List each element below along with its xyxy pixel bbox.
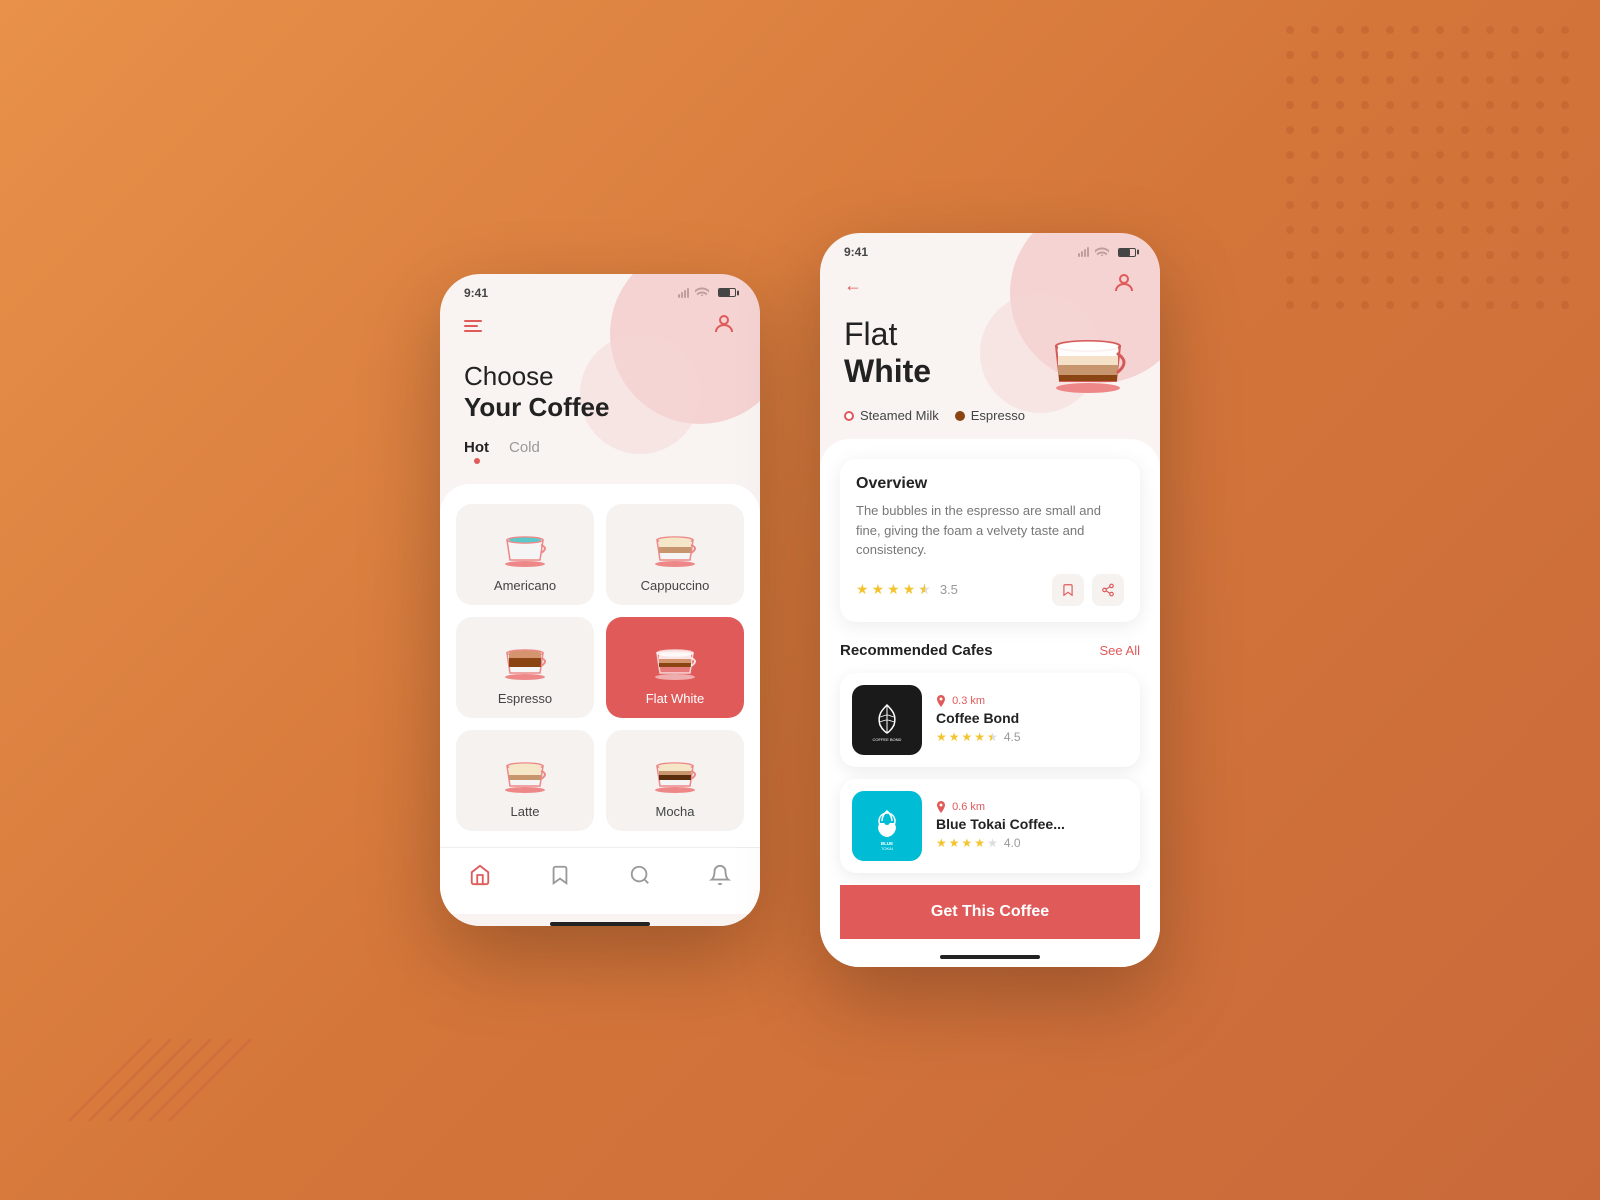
coffee-tabs: Hot Cold — [440, 431, 760, 484]
coffee-card-cappuccino[interactable]: Cappuccino — [606, 504, 744, 605]
phone2-hero: Flat White — [820, 304, 1160, 396]
ingredients-list: Steamed Milk Espresso — [820, 396, 1160, 439]
cup-espresso — [495, 633, 555, 683]
get-coffee-button[interactable]: Get This Coffee — [840, 885, 1140, 939]
coffee-name-espresso: Espresso — [498, 691, 552, 706]
nav-search[interactable] — [619, 860, 661, 890]
cafe-name-2: Blue Tokai Coffee... — [936, 816, 1128, 832]
overview-card: Overview The bubbles in the espresso are… — [840, 459, 1140, 622]
cafe-info-blue-tokai: 0.6 km Blue Tokai Coffee... ★ ★ ★ ★ ★ 4.… — [936, 801, 1128, 850]
phones-container: 9:41 — [440, 233, 1160, 967]
phone2-topbar: ← — [820, 263, 1160, 304]
hero-cup — [1046, 316, 1136, 396]
rating-row: ★ ★ ★ ★ ★★ 3.5 — [856, 574, 1124, 606]
overview-title: Overview — [856, 475, 1124, 493]
cup-mocha — [645, 746, 705, 796]
overview-text: The bubbles in the espresso are small an… — [856, 501, 1124, 560]
cafe-stars-1: ★ ★ ★ ★ ★★ 4.5 — [936, 730, 1128, 744]
nav-bell[interactable] — [699, 860, 741, 890]
cafe-card-coffee-bond[interactable]: COFFEE BOND 0.3 km Coffee Bond ★ ★ ★ — [840, 673, 1140, 767]
cafe-info-coffee-bond: 0.3 km Coffee Bond ★ ★ ★ ★ ★★ 4.5 — [936, 695, 1128, 744]
coffee-card-latte[interactable]: Latte — [456, 730, 594, 831]
svg-text:COFFEE BOND: COFFEE BOND — [873, 737, 902, 742]
cup-latte — [495, 746, 555, 796]
phone1-topbar — [440, 304, 760, 345]
coffee-card-espresso[interactable]: Espresso — [456, 617, 594, 718]
recommended-header: Recommended Cafes See All — [840, 642, 1140, 659]
share-action[interactable] — [1092, 574, 1124, 606]
cafe-distance-2: 0.6 km — [936, 801, 1128, 813]
action-icons — [1052, 574, 1124, 606]
back-button[interactable]: ← — [844, 275, 862, 296]
ingredient-milk: Steamed Milk — [844, 408, 939, 423]
cafe-name-1: Coffee Bond — [936, 710, 1128, 726]
battery-icon-2 — [1118, 248, 1136, 257]
bottom-nav — [440, 847, 760, 914]
bookmark-action[interactable] — [1052, 574, 1084, 606]
ingredient-espresso: Espresso — [955, 408, 1025, 423]
dot-grid-decoration — [1280, 20, 1580, 320]
coffee-detail-title: Flat White — [844, 316, 931, 390]
phone1-title: Choose Your Coffee — [440, 345, 760, 431]
dot-milk — [844, 411, 854, 421]
coffee-name-mocha: Mocha — [655, 804, 694, 819]
cafe-distance-1: 0.3 km — [936, 695, 1128, 707]
coffee-title-line1: Flat — [844, 316, 931, 353]
title-line2: Your Coffee — [464, 392, 736, 423]
star-1: ★ — [856, 581, 869, 598]
phone2-screen: 9:41 ← — [820, 233, 1160, 967]
cafe-rating-1: 4.5 — [1004, 730, 1021, 744]
nav-bookmark[interactable] — [539, 860, 581, 890]
coffee-grid: Americano — [456, 504, 744, 831]
cup-cappuccino — [645, 520, 705, 570]
star-3: ★ — [887, 581, 900, 598]
coffee-name-americano: Americano — [494, 578, 556, 593]
battery-icon — [718, 288, 736, 297]
ingredient-espresso-label: Espresso — [971, 408, 1025, 423]
phone1-screen: 9:41 — [440, 274, 760, 926]
cafe-card-blue-tokai[interactable]: BLUE TOKAI 0.6 km Blue Tokai Coffee... ★… — [840, 779, 1140, 873]
coffee-name-latte: Latte — [511, 804, 540, 819]
phone-detail: 9:41 ← — [820, 233, 1160, 967]
title-line1: Choose — [464, 361, 736, 392]
cafe-logo-coffee-bond: COFFEE BOND — [852, 685, 922, 755]
lines-decoration — [60, 940, 260, 1140]
coffee-card-americano[interactable]: Americano — [456, 504, 594, 605]
phone-list: 9:41 — [440, 274, 760, 926]
star-5: ★★ — [918, 581, 931, 598]
tab-cold[interactable]: Cold — [509, 439, 540, 468]
dot-espresso — [955, 411, 965, 421]
home-indicator-1 — [550, 922, 650, 926]
cafe-stars-2: ★ ★ ★ ★ ★ 4.0 — [936, 836, 1128, 850]
stars: ★ ★ ★ ★ ★★ 3.5 — [856, 581, 958, 598]
coffee-title-line2: White — [844, 353, 931, 390]
rating-number: 3.5 — [940, 582, 958, 597]
coffee-name-cappuccino: Cappuccino — [641, 578, 710, 593]
profile-icon-2[interactable] — [1112, 271, 1136, 300]
tab-hot[interactable]: Hot — [464, 439, 489, 468]
profile-icon[interactable] — [712, 312, 736, 341]
status-time-2: 9:41 — [844, 245, 868, 259]
detail-content-area: Overview The bubbles in the espresso are… — [820, 439, 1160, 967]
star-2: ★ — [872, 581, 885, 598]
star-4: ★ — [903, 581, 916, 598]
status-time-1: 9:41 — [464, 286, 488, 300]
cup-flatwhite — [645, 633, 705, 683]
cafe-rating-2: 4.0 — [1004, 836, 1021, 850]
coffee-card-mocha[interactable]: Mocha — [606, 730, 744, 831]
cafe-logo-blue-tokai: BLUE TOKAI — [852, 791, 922, 861]
menu-icon[interactable] — [464, 320, 482, 332]
svg-text:TOKAI: TOKAI — [881, 846, 893, 851]
cup-americano — [495, 520, 555, 570]
nav-home[interactable] — [459, 860, 501, 890]
coffee-card-flatwhite[interactable]: Flat White — [606, 617, 744, 718]
recommended-title: Recommended Cafes — [840, 642, 993, 659]
ingredient-milk-label: Steamed Milk — [860, 408, 939, 423]
coffee-grid-area: Americano — [440, 484, 760, 847]
see-all-button[interactable]: See All — [1100, 643, 1140, 658]
coffee-name-flatwhite: Flat White — [646, 691, 705, 706]
